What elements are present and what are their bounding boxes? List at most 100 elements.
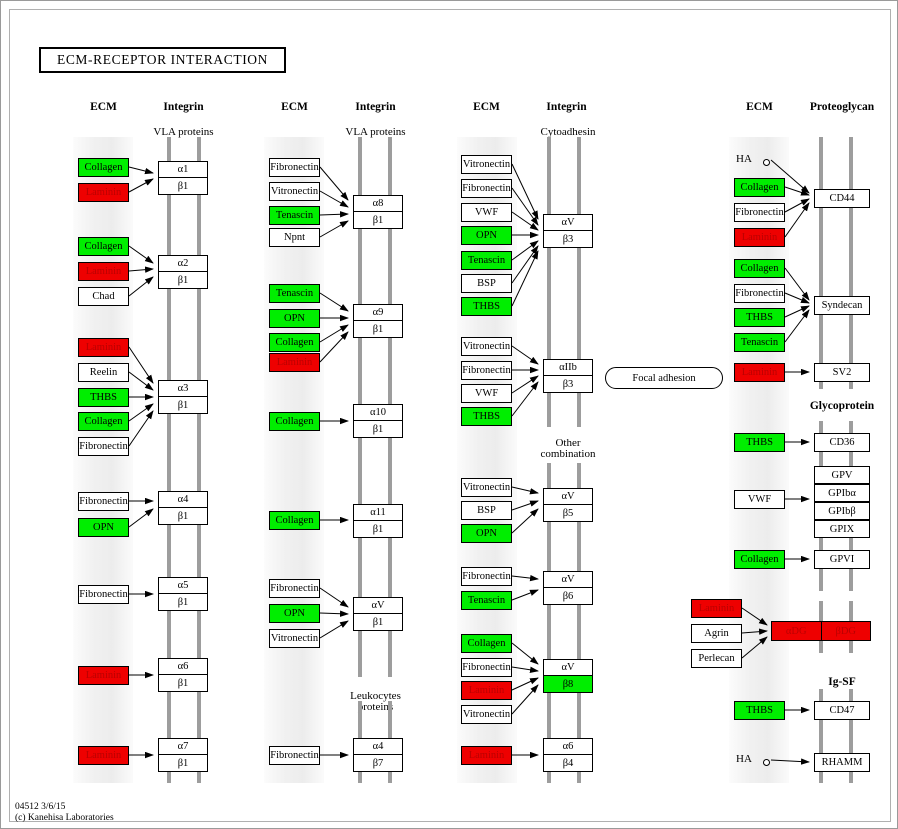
receptor-box[interactable]: Syndecan <box>814 296 870 315</box>
receptor-α7β1[interactable]: α7 β1 <box>158 738 208 772</box>
receptor-beta-subunit[interactable]: β6 <box>543 587 593 605</box>
ecm-node-fibronectin[interactable]: Fibronectin <box>734 284 785 303</box>
ecm-node-vwf[interactable]: VWF <box>461 384 512 403</box>
receptor-αVβ6[interactable]: αV β6 <box>543 571 593 605</box>
ecm-node-chad[interactable]: Chad <box>78 287 129 306</box>
receptor-GPIbα[interactable]: GPIbα <box>814 484 870 502</box>
ecm-node-collagen[interactable]: Collagen <box>269 412 320 431</box>
receptor-beta-subunit[interactable]: β3 <box>543 375 593 393</box>
receptor-α6β4[interactable]: α6 β4 <box>543 738 593 772</box>
receptor-α8β1[interactable]: α8 β1 <box>353 195 403 229</box>
ecm-node-fibronectin[interactable]: Fibronectin <box>78 585 129 604</box>
ecm-node-fibronectin[interactable]: Fibronectin <box>461 658 512 677</box>
receptor-beta-subunit[interactable]: β4 <box>543 754 593 772</box>
receptor-beta-subunit[interactable]: β1 <box>353 320 403 338</box>
ecm-node-tenascin[interactable]: Tenascin <box>734 333 785 352</box>
receptor-alpha-subunit[interactable]: α3 <box>158 380 208 397</box>
receptor-αIIbβ3[interactable]: αIIb β3 <box>543 359 593 393</box>
ecm-node-collagen[interactable]: Collagen <box>78 412 129 431</box>
receptor-beta-subunit[interactable]: β1 <box>158 507 208 525</box>
receptor-α2β1[interactable]: α2 β1 <box>158 255 208 289</box>
ecm-node-fibronectin[interactable]: Fibronectin <box>78 492 129 511</box>
ecm-node-laminin[interactable]: Laminin <box>691 599 742 618</box>
ecm-node-opn[interactable]: OPN <box>78 518 129 537</box>
ecm-node-collagen[interactable]: Collagen <box>734 259 785 278</box>
receptor-alpha-subunit[interactable]: α5 <box>158 577 208 594</box>
receptor-αVβ3[interactable]: αV β3 <box>543 214 593 248</box>
receptor-beta-subunit[interactable]: β1 <box>158 674 208 692</box>
receptor-GPVI[interactable]: GPVI <box>814 550 870 569</box>
ecm-node-bsp[interactable]: BSP <box>461 501 512 520</box>
ecm-node-vitronectin[interactable]: Vitronectin <box>461 705 512 724</box>
ecm-node-laminin[interactable]: Laminin <box>734 363 785 382</box>
receptor-Syndecan[interactable]: Syndecan <box>814 296 870 315</box>
ecm-node-fibronectin[interactable]: Fibronectin <box>269 158 320 177</box>
receptor-box[interactable]: GPIbα <box>814 484 870 502</box>
receptor-alpha-subunit[interactable]: α6 <box>543 738 593 755</box>
receptor-box[interactable]: CD36 <box>814 433 870 452</box>
ecm-node-collagen[interactable]: Collagen <box>78 158 129 177</box>
receptor-alpha-subunit[interactable]: α4 <box>158 491 208 508</box>
ecm-node-vitronectin[interactable]: Vitronectin <box>461 478 512 497</box>
receptor-dystroglycan[interactable]: αDG βDG <box>771 621 871 641</box>
receptor-box[interactable]: GPVI <box>814 550 870 569</box>
receptor-α6β1[interactable]: α6 β1 <box>158 658 208 692</box>
receptor-αVβ5[interactable]: αV β5 <box>543 488 593 522</box>
receptor-GPIX[interactable]: GPIX <box>814 520 870 538</box>
ecm-node-collagen[interactable]: Collagen <box>78 237 129 256</box>
receptor-alpha-subunit[interactable]: α1 <box>158 161 208 178</box>
ecm-node-tenascin[interactable]: Tenascin <box>269 284 320 303</box>
ecm-node-laminin[interactable]: Laminin <box>78 666 129 685</box>
receptor-beta-subunit[interactable]: β1 <box>353 520 403 538</box>
receptor-SV2[interactable]: SV2 <box>814 363 870 382</box>
receptor-beta-subunit[interactable]: β3 <box>543 230 593 248</box>
receptor-αVβ8[interactable]: αV β8 <box>543 659 593 693</box>
receptor-alpha-subunit[interactable]: αV <box>543 488 593 505</box>
ecm-node-tenascin[interactable]: Tenascin <box>461 591 512 610</box>
receptor-alpha-subunit[interactable]: αV <box>353 597 403 614</box>
receptor-beta-subunit[interactable]: β1 <box>158 177 208 195</box>
ecm-node-laminin[interactable]: Laminin <box>734 228 785 247</box>
receptor-alpha-subunit[interactable]: αIIb <box>543 359 593 376</box>
ecm-node-collagen[interactable]: Collagen <box>269 511 320 530</box>
ecm-node-fibronectin[interactable]: Fibronectin <box>269 746 320 765</box>
receptor-beta-subunit[interactable]: β1 <box>158 593 208 611</box>
ecm-node-thbs[interactable]: THBS <box>461 297 512 316</box>
receptor-alpha-subunit[interactable]: αV <box>543 214 593 231</box>
ecm-node-thbs[interactable]: THBS <box>734 701 785 720</box>
receptor-α1β1[interactable]: α1 β1 <box>158 161 208 195</box>
receptor-beta-subunit[interactable]: β1 <box>353 211 403 229</box>
receptor-α4β1[interactable]: α4 β1 <box>158 491 208 525</box>
receptor-beta-subunit[interactable]: β5 <box>543 504 593 522</box>
receptor-α4β7[interactable]: α4 β7 <box>353 738 403 772</box>
ecm-node-fibronectin[interactable]: Fibronectin <box>461 567 512 586</box>
ecm-node-vwf[interactable]: VWF <box>734 490 785 509</box>
receptor-box[interactable]: GPV <box>814 466 870 484</box>
receptor-RHAMM[interactable]: RHAMM <box>814 753 870 772</box>
receptor-alpha-subunit[interactable]: α8 <box>353 195 403 212</box>
ecm-node-laminin[interactable]: Laminin <box>78 262 129 281</box>
receptor-beta-subunit[interactable]: β1 <box>353 420 403 438</box>
receptor-CD44[interactable]: CD44 <box>814 189 870 208</box>
receptor-box[interactable]: GPIX <box>814 520 870 538</box>
receptor-box[interactable]: CD44 <box>814 189 870 208</box>
ecm-node-reelin[interactable]: Reelin <box>78 363 129 382</box>
ecm-node-fibronectin[interactable]: Fibronectin <box>734 203 785 222</box>
receptor-box[interactable]: SV2 <box>814 363 870 382</box>
ecm-node-vitronectin[interactable]: Vitronectin <box>461 155 512 174</box>
ecm-node-opn[interactable]: OPN <box>269 309 320 328</box>
ecm-node-npnt[interactable]: Npnt <box>269 228 320 247</box>
ecm-node-perlecan[interactable]: Perlecan <box>691 649 742 668</box>
ecm-node-tenascin[interactable]: Tenascin <box>461 251 512 270</box>
ecm-node-thbs[interactable]: THBS <box>734 433 785 452</box>
ecm-node-vitronectin[interactable]: Vitronectin <box>461 337 512 356</box>
receptor-GPIbβ[interactable]: GPIbβ <box>814 502 870 520</box>
receptor-beta-subunit[interactable]: β1 <box>353 613 403 631</box>
receptor-alpha-subunit[interactable]: α10 <box>353 404 403 421</box>
receptor-alpha-subunit[interactable]: α4 <box>353 738 403 755</box>
receptor-GPV[interactable]: GPV <box>814 466 870 484</box>
ecm-node-fibronectin[interactable]: Fibronectin <box>461 179 512 198</box>
receptor-beta-subunit[interactable]: β1 <box>158 754 208 772</box>
receptor-alpha-subunit[interactable]: α11 <box>353 504 403 521</box>
ecm-node-agrin[interactable]: Agrin <box>691 624 742 643</box>
